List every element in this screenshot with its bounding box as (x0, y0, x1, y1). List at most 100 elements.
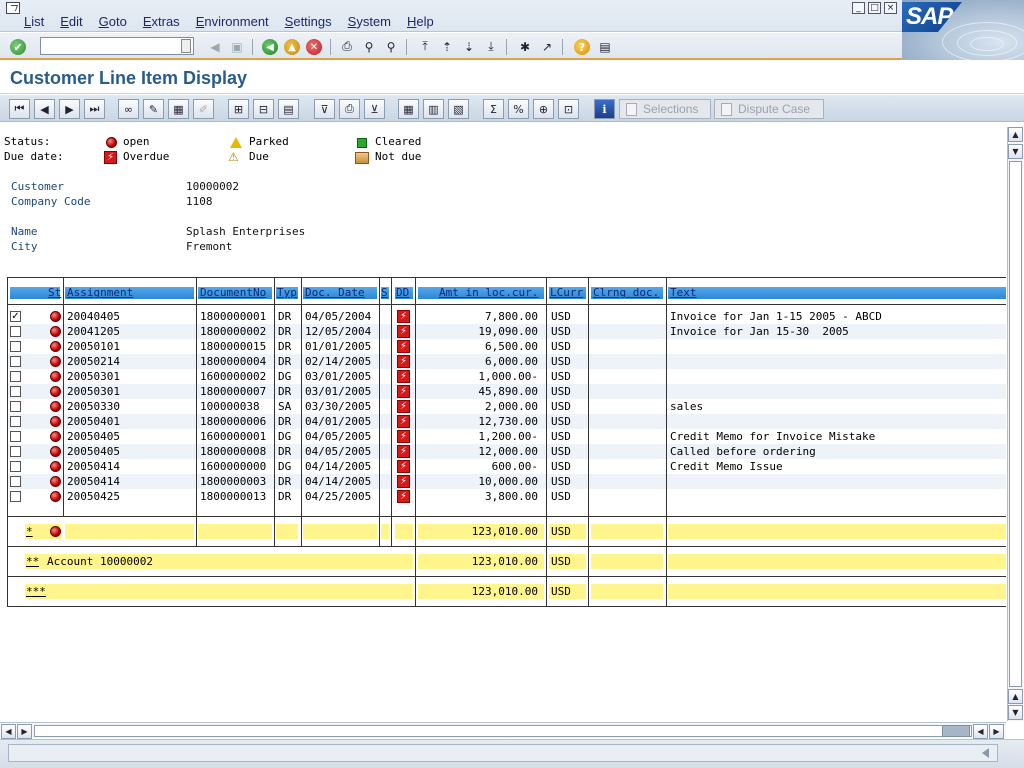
scroll-page-down-icon[interactable]: ▲ (1008, 689, 1023, 704)
row-checkbox[interactable] (10, 371, 21, 382)
table-row[interactable]: 20041205 1800000002 DR 12/05/2004 ⚡ 19,090.00… (8, 324, 1006, 339)
scroll-page-left-icon[interactable]: ▶ (17, 724, 32, 739)
row-checkbox[interactable]: ✓ (10, 311, 21, 322)
first-page-icon[interactable]: ⤒ (416, 38, 434, 55)
table-row[interactable]: 20050425 1800000013 DR 04/25/2005 ⚡ 3,800.00 U… (8, 489, 1006, 504)
horizontal-scrollbar[interactable]: ◀ ▶ ◀ ▶ (0, 722, 1006, 739)
account-total-marker[interactable]: ** (26, 554, 39, 569)
scroll-down-icon[interactable]: ▼ (1008, 705, 1023, 720)
col-header-documentno[interactable]: DocumentNo (198, 286, 272, 299)
last-item-icon[interactable]: ⏭ (84, 99, 105, 119)
find-next-icon[interactable]: ⚲ (382, 38, 400, 55)
total-icon[interactable]: Σ (483, 99, 504, 119)
choose-layout-icon[interactable]: ▧ (448, 99, 469, 119)
vertical-scrollbar[interactable]: ▲ ▼ ▲ ▼ (1007, 127, 1023, 721)
scroll-page-up-icon[interactable]: ▼ (1008, 144, 1023, 159)
menu-environment[interactable]: Environment (188, 14, 277, 30)
horizontal-scroll-track[interactable] (34, 725, 972, 737)
menu-help[interactable]: Help (399, 14, 442, 30)
col-header-text[interactable]: Text (668, 286, 1006, 299)
col-header-amount[interactable]: Amt in loc.cur. (418, 286, 544, 299)
subtotal-marker[interactable]: * (26, 524, 33, 539)
row-checkbox[interactable] (10, 386, 21, 397)
table-row[interactable]: 20050330 100000038 SA 03/30/2005 ⚡ 2,000.00 US… (8, 399, 1006, 414)
table-row[interactable]: 20050301 1600000002 DG 03/01/2005 ⚡ 1,000.00-… (8, 369, 1006, 384)
minimize-icon[interactable]: _ (852, 2, 865, 14)
collapse-arrow-icon[interactable]: ◀ (206, 38, 224, 55)
last-page-icon[interactable]: ⤓ (482, 38, 500, 55)
row-checkbox[interactable] (10, 476, 21, 487)
row-checkbox[interactable] (10, 356, 21, 367)
help-icon[interactable]: ? (574, 39, 590, 55)
command-history-icon[interactable] (181, 39, 191, 53)
expand-icon[interactable]: ⊕ (533, 99, 554, 119)
scroll-page-right-icon[interactable]: ◀ (973, 724, 988, 739)
subtotal-icon[interactable]: % (508, 99, 529, 119)
row-checkbox[interactable] (10, 401, 21, 412)
maximize-icon[interactable]: □ (868, 2, 881, 14)
selections-button[interactable]: Selections (619, 99, 711, 119)
close-icon[interactable]: × (884, 2, 897, 14)
print-preview-icon[interactable]: ⎙ (339, 99, 360, 119)
table-row[interactable]: 20050405 1800000008 DR 04/05/2005 ⚡ 12,000.00… (8, 444, 1006, 459)
collapse-icon[interactable]: ⊡ (558, 99, 579, 119)
col-header-st[interactable]: St (10, 286, 61, 299)
menu-settings[interactable]: Settings (277, 14, 340, 30)
table-row[interactable]: 20050214 1800000004 DR 02/14/2005 ⚡ 6,000.00 U… (8, 354, 1006, 369)
system-menu-icon[interactable] (6, 2, 20, 14)
select-all-icon[interactable]: ⊞ (228, 99, 249, 119)
row-checkbox[interactable] (10, 431, 21, 442)
exit-icon[interactable]: ▲ (284, 39, 300, 55)
set-filter-icon[interactable]: ⊻ (364, 99, 385, 119)
next-page-icon[interactable]: ⇣ (460, 38, 478, 55)
horizontal-scroll-thumb[interactable] (942, 725, 970, 737)
row-checkbox[interactable] (10, 446, 21, 457)
table-row[interactable]: 20050405 1600000001 DG 04/05/2005 ⚡ 1,200.00-… (8, 429, 1006, 444)
row-checkbox[interactable] (10, 461, 21, 472)
col-header-lcurr[interactable]: LCurr (549, 286, 586, 299)
scroll-left-icon[interactable]: ◀ (1, 724, 16, 739)
col-header-assignment[interactable]: Assignment (65, 286, 194, 299)
cancel-icon[interactable]: ✕ (306, 39, 322, 55)
col-header-typ[interactable]: Typ (276, 286, 298, 299)
scroll-right-icon[interactable]: ▶ (989, 724, 1004, 739)
previous-page-icon[interactable]: ⇡ (438, 38, 456, 55)
print-icon[interactable]: ⎙ (338, 38, 356, 55)
columns-icon[interactable]: ▥ (423, 99, 444, 119)
filter-icon[interactable]: ⊽ (314, 99, 335, 119)
row-checkbox[interactable] (10, 326, 21, 337)
layout-icon[interactable]: ▦ (398, 99, 419, 119)
first-item-icon[interactable]: ⏮ (9, 99, 30, 119)
display-icon[interactable]: ∞ (118, 99, 139, 119)
col-header-clrng-doc[interactable]: Clrng doc. (591, 286, 663, 299)
col-header-dd[interactable]: DD (395, 286, 413, 299)
change-icon[interactable]: ✎ (143, 99, 164, 119)
create-session-icon[interactable]: ✱ (516, 38, 534, 55)
row-checkbox[interactable] (10, 416, 21, 427)
menu-extras[interactable]: Extras (135, 14, 188, 30)
save-icon[interactable]: ▣ (228, 38, 246, 55)
row-checkbox[interactable] (10, 491, 21, 502)
menu-edit[interactable]: Edit (52, 14, 90, 30)
table-row[interactable]: 20050414 1800000003 DR 04/14/2005 ⚡ 10,000.00… (8, 474, 1006, 489)
document-icon[interactable]: ▤ (278, 99, 299, 119)
menu-system[interactable]: System (340, 14, 399, 30)
row-checkbox[interactable] (10, 341, 21, 352)
col-header-doc-date[interactable]: Doc. Date (303, 286, 377, 299)
status-expand-icon[interactable] (982, 748, 989, 758)
find-icon[interactable]: ⚲ (360, 38, 378, 55)
info-icon[interactable]: i (594, 99, 615, 119)
table-row[interactable]: 20050101 1800000015 DR 01/01/2005 ⚡ 6,500.00 U… (8, 339, 1006, 354)
dispute-case-button[interactable]: Dispute Case (714, 99, 824, 119)
layout-menu-icon[interactable]: ▤ (596, 38, 614, 55)
enter-icon[interactable]: ✔ (10, 39, 26, 55)
previous-item-icon[interactable]: ◀ (34, 99, 55, 119)
back-icon[interactable]: ◀ (262, 39, 278, 55)
menu-goto[interactable]: Goto (91, 14, 135, 30)
table-row[interactable]: 20050401 1800000006 DR 04/01/2005 ⚡ 12,730.00… (8, 414, 1006, 429)
table-row[interactable]: ✓ 20040405 1800000001 DR 04/05/2004 ⚡ 7,800.00… (8, 309, 1006, 324)
menu-list[interactable]: List (16, 14, 52, 30)
details-icon[interactable]: ▦ (168, 99, 189, 119)
vertical-scroll-track[interactable] (1009, 161, 1022, 687)
scroll-up-icon[interactable]: ▲ (1008, 127, 1023, 142)
